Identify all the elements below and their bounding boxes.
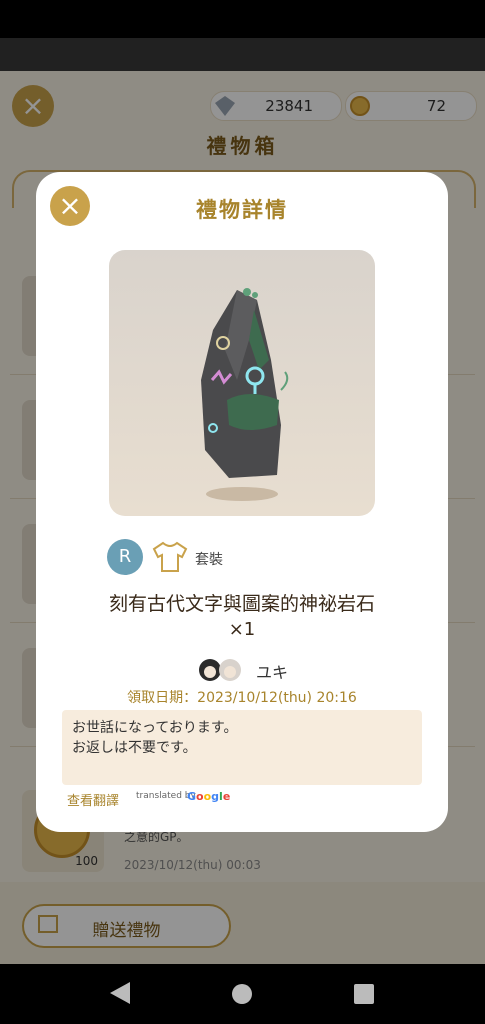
sender-name: ユキ [256, 663, 289, 682]
item-image [109, 250, 375, 516]
item-name: 刻有古代文字與圖案的神祕岩石 [108, 593, 375, 615]
home-icon[interactable] [232, 984, 252, 1004]
back-icon[interactable] [110, 982, 130, 1004]
rarity-badge: R [107, 539, 143, 575]
gift-detail-dialog: × 禮物詳情 R 套裝 刻有古代文字與圖案的神祕岩石 ×1 ユキ 領取日期：20… [36, 172, 448, 832]
view-translation-link[interactable]: 查看翻譯 [67, 790, 119, 809]
sender-avatar [199, 659, 241, 681]
message-line: お返しは不要です。 [72, 740, 197, 756]
recents-icon[interactable] [354, 984, 374, 1004]
mysterious-rock-icon [201, 288, 289, 501]
category-label: 套裝 [195, 552, 223, 568]
received-date: 領取日期：2023/10/12(thu) 20:16 [127, 690, 357, 706]
message-line: お世話になっております。 [72, 720, 238, 736]
status-bar [0, 0, 485, 38]
dialog-title: 禮物詳情 [196, 198, 288, 222]
message-box: お世話になっております。 お返しは不要です。 [62, 710, 422, 785]
shirt-icon [152, 541, 188, 572]
item-quantity: ×1 [228, 619, 256, 640]
google-logo: Google [187, 790, 231, 803]
